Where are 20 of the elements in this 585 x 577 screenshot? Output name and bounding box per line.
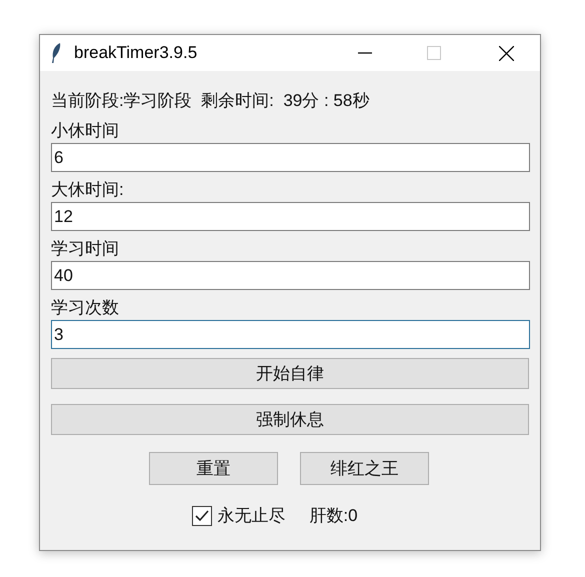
action-button[interactable]: 强制休息 [51, 404, 529, 435]
window-title: breakTimer3.9.5 [74, 42, 198, 64]
check-icon [195, 510, 210, 522]
field-label: 小休时间 [51, 120, 119, 142]
close-icon[interactable] [499, 46, 514, 60]
checkbox-label: 永无止尽 [217, 505, 286, 527]
input-field[interactable]: 12 [51, 202, 530, 231]
action-button[interactable]: 绯红之王 [300, 452, 429, 485]
action-button[interactable]: 开始自律 [51, 358, 529, 389]
checkbox[interactable] [192, 506, 212, 526]
field-label: 学习次数 [51, 297, 119, 319]
counter-label: 肝数:0 [309, 505, 358, 527]
input-field[interactable]: 6 [51, 143, 530, 172]
field-label: 学习时间 [51, 238, 119, 260]
input-field[interactable]: 3 [51, 320, 530, 349]
status-label: 当前阶段:学习阶段 剩余时间: 39分 : 58秒 [51, 90, 370, 112]
field-label: 大休时间: [51, 179, 124, 201]
input-field[interactable]: 40 [51, 261, 530, 290]
action-button[interactable]: 重置 [149, 452, 278, 485]
feather-icon [50, 42, 62, 64]
